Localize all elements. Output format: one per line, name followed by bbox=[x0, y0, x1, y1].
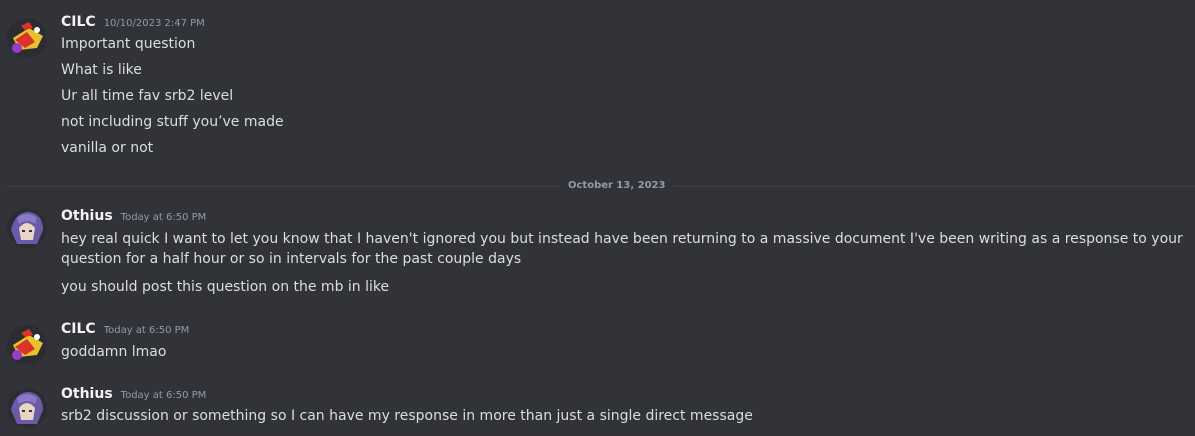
timestamp[interactable]: Today at 6:50 PM bbox=[121, 212, 207, 223]
message-text: not including stuff you’ve made bbox=[61, 114, 284, 130]
othius-avatar-icon[interactable] bbox=[7, 388, 47, 428]
message-text: you should post this question on the mb … bbox=[61, 279, 390, 295]
othius-avatar-icon[interactable] bbox=[7, 208, 47, 248]
message-text: Important question bbox=[61, 36, 196, 52]
cilc-avatar-icon[interactable] bbox=[7, 18, 47, 58]
message-text: hey real quick I want to let you know th… bbox=[61, 231, 1183, 267]
message-text: vanilla or not bbox=[61, 140, 154, 156]
username[interactable]: Othius bbox=[61, 386, 113, 402]
message-text: srb2 discussion or something so I can ha… bbox=[61, 408, 753, 424]
message-text: Ur all time fav srb2 level bbox=[61, 88, 234, 104]
date-divider-label: October 13, 2023 bbox=[560, 179, 674, 193]
message-text: What is like bbox=[61, 62, 142, 78]
message-header: Othius Today at 6:50 PM bbox=[61, 386, 206, 406]
message-header: CILC Today at 6:50 PM bbox=[61, 321, 189, 341]
username[interactable]: CILC bbox=[61, 321, 96, 337]
message-header: CILC 10/10/2023 2:47 PM bbox=[61, 14, 205, 34]
message-header: Othius Today at 6:50 PM bbox=[61, 208, 206, 228]
username[interactable]: CILC bbox=[61, 14, 96, 30]
message-text: goddamn lmao bbox=[61, 344, 167, 360]
cilc-avatar-icon[interactable] bbox=[7, 325, 47, 365]
chat-log: CILC 10/10/2023 2:47 PM Important questi… bbox=[0, 0, 1195, 436]
timestamp[interactable]: Today at 6:50 PM bbox=[121, 390, 207, 401]
timestamp[interactable]: Today at 6:50 PM bbox=[104, 325, 190, 336]
username[interactable]: Othius bbox=[61, 208, 113, 224]
timestamp[interactable]: 10/10/2023 2:47 PM bbox=[104, 18, 205, 29]
